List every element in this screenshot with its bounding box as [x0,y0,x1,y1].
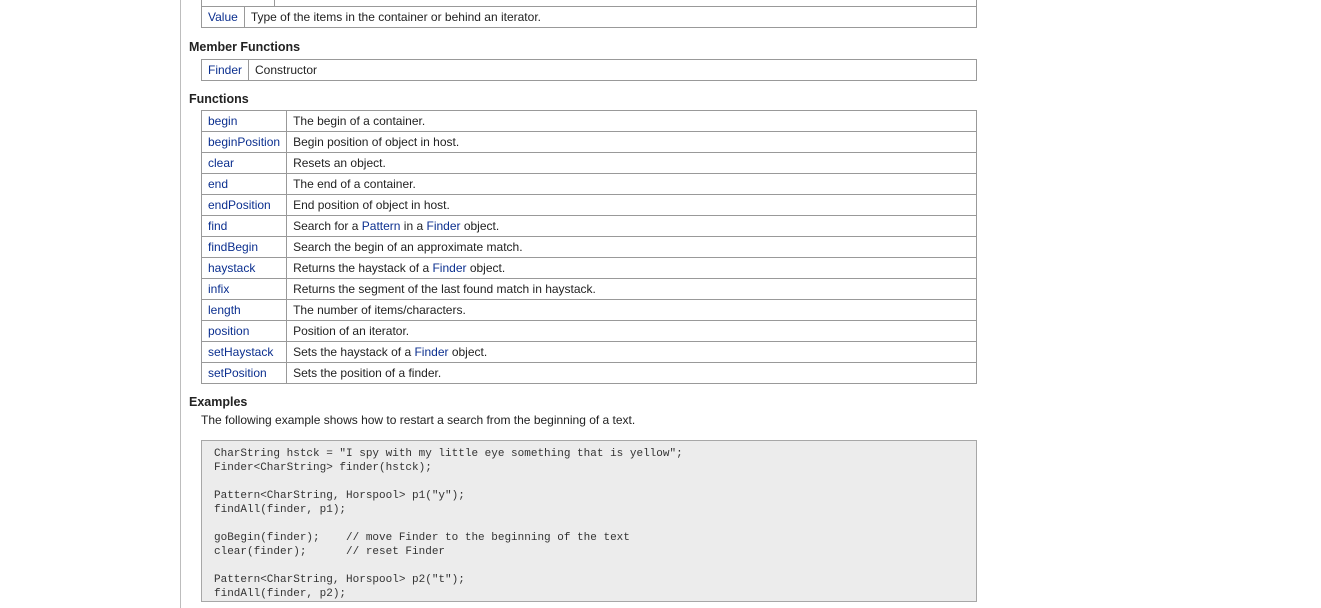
types-table-clipped-top [201,0,977,6]
description-text: object. [460,219,500,233]
examples-heading: Examples [189,395,248,409]
code-line: Finder<CharString> finder(hstck); [214,462,432,474]
table-row: infix Returns the segment of the last fou… [200,278,977,300]
function-description: Position of an iterator. [286,320,977,342]
code-line: goBegin(finder); // move Finder to the b… [214,532,630,544]
table-row: Finder Constructor [200,59,977,81]
function-link-clear[interactable]: clear [200,152,288,174]
member-function-description: Constructor [248,59,977,81]
description-text: object. [466,261,506,275]
table-row: beginPosition Begin position of object in… [200,131,977,153]
function-description: Returns the segment of the last found ma… [286,278,977,300]
function-description: Resets an object. [286,152,977,174]
code-line: clear(finder); // reset Finder [214,546,446,558]
code-line: CharString hstck = "I spy with my little… [214,448,683,460]
code-line: findAll(finder, p2); [214,588,347,600]
description-text: Sets the haystack of a [293,345,415,359]
member-functions-heading: Member Functions [189,40,301,54]
table-row: length The number of items/characters. [200,299,977,321]
function-link-findBegin[interactable]: findBegin [200,236,288,258]
function-link-setPosition[interactable]: setPosition [200,362,288,384]
member-function-link[interactable]: Finder [200,59,250,81]
table-row: Value Type of the items in the container… [201,6,978,28]
function-link-position[interactable]: position [200,320,288,342]
function-description: The number of items/characters. [286,299,977,321]
function-link-beginPosition[interactable]: beginPosition [200,131,288,153]
table-row: find Search for a Pattern in a Finder obj… [200,215,977,237]
function-description: Sets the position of a finder. [286,362,977,384]
type-link-finder[interactable]: Finder [414,345,448,359]
code-example-block: CharString hstck = "I spy with my little… [201,440,977,602]
table-row: endPosition End position of object in hos… [200,194,977,216]
function-link-infix[interactable]: infix [200,278,288,300]
table-row: setPosition Sets the position of a finder… [200,362,977,384]
function-description: Returns the haystack of a Finder object. [286,257,977,279]
type-link-finder[interactable]: Finder [426,219,460,233]
code-line: Pattern<CharString, Horspool> p2("t"); [214,574,465,586]
code-line: Pattern<CharString, Horspool> p1("y"); [214,490,465,502]
function-description: Search the begin of an approximate match… [286,236,977,258]
function-description: End position of object in host. [286,194,977,216]
function-description: Sets the haystack of a Finder object. [286,341,977,363]
function-link-begin[interactable]: begin [200,110,288,132]
type-link-pattern[interactable]: Pattern [362,219,401,233]
function-link-haystack[interactable]: haystack [200,257,288,279]
doc-content: Value Type of the items in the container… [189,0,989,602]
types-table: Value Type of the items in the container… [201,6,978,28]
table-row: position Position of an iterator. [200,320,977,342]
description-text: Search for a [293,219,362,233]
type-link-finder[interactable]: Finder [432,261,466,275]
type-name-link[interactable]: Value [201,6,245,28]
description-text: in a [400,219,427,233]
left-border-rule [180,0,181,608]
code-line: findAll(finder, p1); [214,504,347,516]
example-intro-text: The following example shows how to resta… [201,413,636,427]
description-text: Returns the haystack of a [293,261,433,275]
table-row: findBegin Search the begin of an approxim… [200,236,977,258]
table-row: clear Resets an object. [200,152,977,174]
type-description: Type of the items in the container or be… [243,6,978,28]
function-link-length[interactable]: length [200,299,288,321]
functions-heading: Functions [189,92,249,106]
table-row: haystack Returns the haystack of a Finder… [200,257,977,279]
functions-table: begin The begin of a container. beginPosit… [200,110,977,384]
description-text: object. [448,345,488,359]
function-description: Begin position of object in host. [286,131,977,153]
function-link-end[interactable]: end [200,173,288,195]
function-description: The begin of a container. [286,110,977,132]
function-description: Search for a Pattern in a Finder object. [286,215,977,237]
function-link-endPosition[interactable]: endPosition [200,194,288,216]
table-row: setHaystack Sets the haystack of a Finder… [200,341,977,363]
function-link-find[interactable]: find [200,215,288,237]
member-functions-table: Finder Constructor [200,59,977,81]
table-row: end The end of a container. [200,173,977,195]
table-row: begin The begin of a container. [200,110,977,132]
function-description: The end of a container. [286,173,977,195]
function-link-setHaystack[interactable]: setHaystack [200,341,288,363]
